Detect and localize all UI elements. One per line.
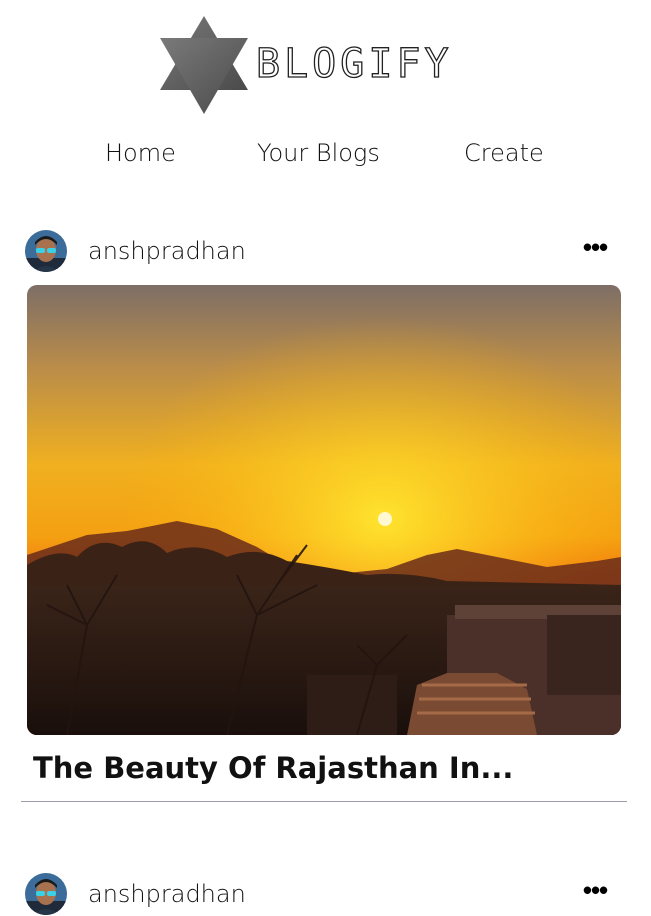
sunset-over-hills-photo [27,285,621,735]
more-options-icon[interactable]: ••• [575,877,615,909]
post-title[interactable]: The Beauty Of Rajasthan In... [33,750,513,786]
avatar-icon [25,230,67,272]
post-author[interactable]: anshpradhan [88,879,246,909]
more-options-icon[interactable]: ••• [575,234,615,266]
post-header: anshpradhan ••• [25,230,615,274]
nav-home-link[interactable]: Home [105,138,176,168]
main-nav: Home Your Blogs Create [0,138,651,170]
hexagram-star-icon [160,16,248,114]
post-image[interactable] [27,285,621,735]
avatar-icon [25,873,67,915]
page: BLOGIFY Home Your Blogs Create anshpradh… [0,0,651,916]
nav-create-link[interactable]: Create [464,138,544,168]
post-divider [21,801,627,802]
avatar[interactable] [25,873,67,915]
brand-logo[interactable]: BLOGIFY [158,14,478,118]
post-header: anshpradhan ••• [25,873,615,916]
brand-name: BLOGIFY [255,41,453,87]
post-author[interactable]: anshpradhan [88,236,246,266]
avatar[interactable] [25,230,67,272]
nav-your-blogs-link[interactable]: Your Blogs [257,138,380,168]
